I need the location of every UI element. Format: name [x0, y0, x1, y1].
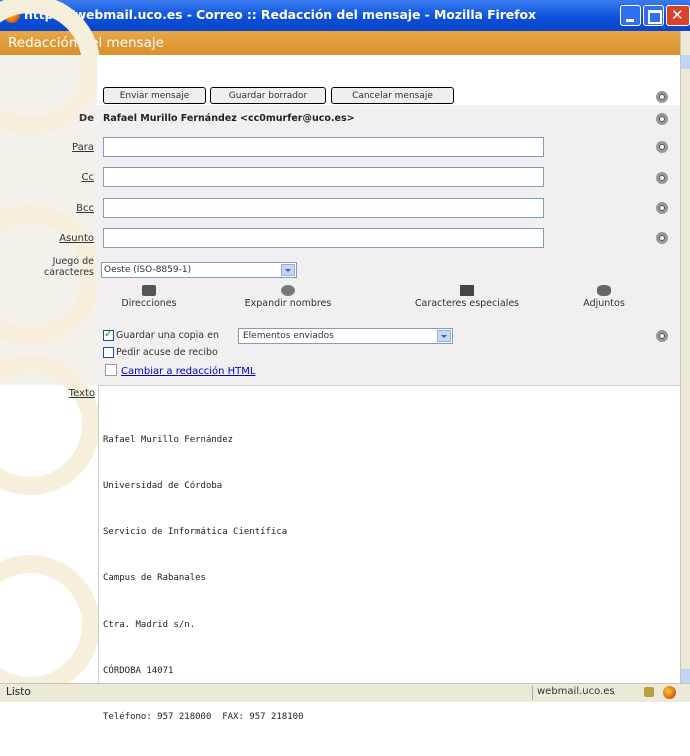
status-domain: webmail.uco.es [537, 686, 615, 697]
message-body-textarea[interactable]: Rafael Murillo Fernández Universidad de … [98, 385, 680, 722]
to-label[interactable]: Para [14, 142, 94, 153]
address-book-icon [142, 285, 156, 296]
to-input[interactable] [103, 137, 544, 157]
minimize-button[interactable] [620, 5, 641, 26]
expand-names-label: Expandir nombres [244, 298, 332, 309]
save-copy-folder-select[interactable]: Elementos enviados [238, 328, 453, 344]
help-icon[interactable] [656, 330, 668, 342]
signature-line: Servicio de Informática Científica [103, 527, 288, 538]
from-label: De [78, 113, 94, 124]
status-separator [532, 686, 533, 700]
signature-line: Ctra. Madrid s/n. [103, 619, 196, 630]
attachments-label: Adjuntos [583, 298, 625, 309]
signature-line: Universidad de Córdoba [103, 481, 223, 492]
help-icon[interactable] [656, 141, 668, 153]
switch-to-html-link[interactable]: Cambiar a redacción HTML [121, 366, 255, 377]
help-icon[interactable] [656, 172, 668, 184]
special-characters-icon [460, 285, 474, 296]
text-label: Texto [68, 388, 95, 399]
help-icon[interactable] [656, 232, 668, 244]
help-icon[interactable] [656, 202, 668, 214]
scroll-down-button[interactable] [681, 669, 690, 683]
scroll-up-button[interactable] [681, 55, 690, 69]
read-receipt-checkbox[interactable] [103, 347, 114, 358]
status-bar: Listo webmail.uco.es [0, 683, 690, 702]
firefox-status-icon [663, 686, 676, 699]
save-draft-button[interactable]: Guardar borrador [210, 87, 326, 104]
from-value: Rafael Murillo Fernández <cc0murfer@uco.… [103, 113, 355, 124]
addresses-label: Direcciones [121, 298, 177, 309]
signature-text: Rafael Murillo Fernández Universidad de … [103, 402, 303, 756]
maximize-button[interactable] [643, 5, 664, 26]
charset-select[interactable]: Oeste (ISO-8859-1) [101, 262, 297, 278]
signature-line: CÓRDOBA 14071 [103, 665, 174, 676]
subject-input[interactable] [103, 228, 544, 248]
subject-label[interactable]: Asunto [14, 233, 94, 244]
special-characters-label: Caracteres especiales [414, 298, 520, 309]
help-icon[interactable] [656, 91, 668, 103]
bcc-label[interactable]: Bcc [14, 203, 94, 214]
chevron-down-icon [437, 330, 451, 342]
read-receipt-label: Pedir acuse de recibo [116, 347, 218, 358]
paperclip-icon [597, 285, 611, 296]
left-decoration [0, 0, 100, 385]
signature-line: Rafael Murillo Fernández [103, 434, 234, 445]
bcc-input[interactable] [103, 198, 544, 218]
lock-icon[interactable] [644, 687, 654, 697]
save-copy-checkbox[interactable] [103, 327, 114, 341]
cc-input[interactable] [103, 167, 544, 187]
send-button[interactable]: Enviar mensaje [103, 87, 206, 104]
save-copy-folder-value: Elementos enviados [243, 331, 334, 341]
save-copy-label: Guardar una copia en [116, 330, 220, 341]
expand-icon [281, 285, 295, 296]
cancel-message-button[interactable]: Cancelar mensaje [331, 87, 454, 104]
signature-line: Teléfono: 957 218000 FAX: 957 218100 [103, 712, 304, 723]
expand-names-button[interactable]: Expandir nombres [236, 285, 340, 309]
signature-line: Campus de Rabanales [103, 573, 206, 584]
chevron-down-icon [281, 264, 295, 276]
addresses-button[interactable]: Direcciones [114, 285, 184, 309]
close-button[interactable] [666, 5, 690, 26]
window-title: https://webmail.uco.es - Correo :: Redac… [24, 7, 536, 22]
html-editor-icon [105, 364, 117, 376]
status-text: Listo [6, 686, 31, 698]
attachments-button[interactable]: Adjuntos [578, 285, 630, 309]
help-icon[interactable] [656, 113, 668, 125]
charset-label: Juego de caracteres [43, 256, 94, 278]
charset-value: Oeste (ISO-8859-1) [104, 265, 192, 275]
cc-label[interactable]: Cc [14, 172, 94, 183]
vertical-scrollbar[interactable] [680, 31, 690, 683]
left-decoration-lower [0, 355, 100, 695]
special-characters-button[interactable]: Caracteres especiales [402, 285, 532, 309]
window-title-bar: https://webmail.uco.es - Correo :: Redac… [0, 0, 690, 31]
page-header: Redacción del mensaje [0, 31, 680, 55]
